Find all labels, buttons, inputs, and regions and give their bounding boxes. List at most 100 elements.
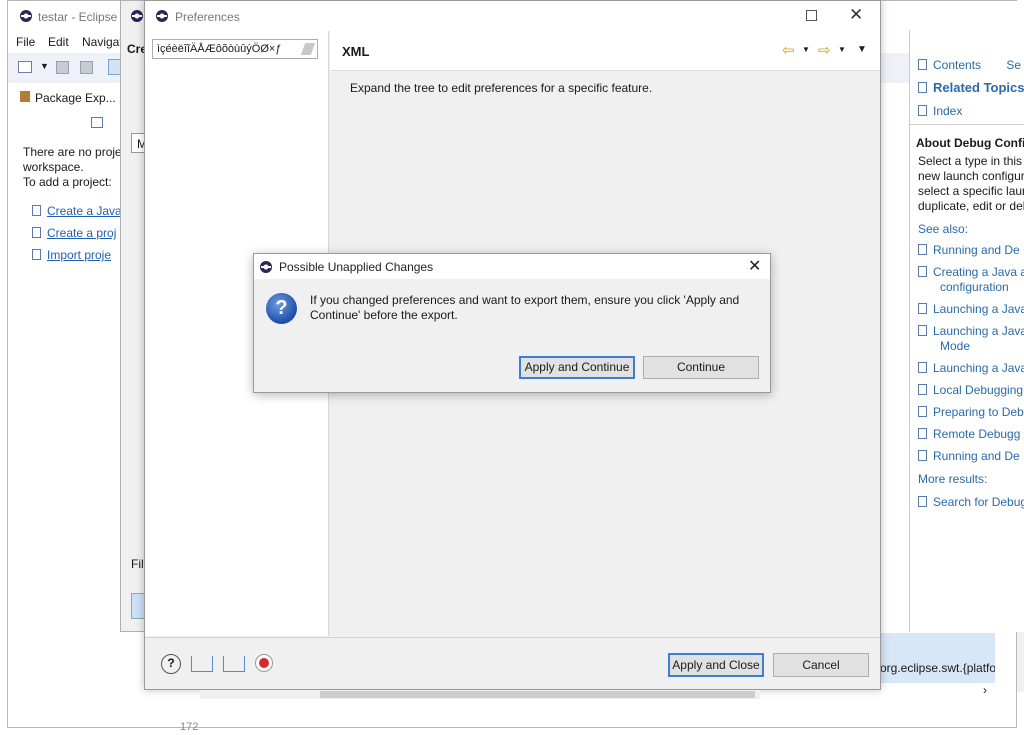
- help-link-row[interactable]: Local Debugging: [918, 383, 1024, 405]
- export-icon[interactable]: [223, 656, 245, 672]
- preferences-title: Preferences: [175, 10, 240, 24]
- topic-icon: [918, 266, 927, 277]
- help-icon[interactable]: ?: [161, 654, 181, 674]
- modal-titlebar: Possible Unapplied Changes ✕: [254, 254, 770, 279]
- import-icon[interactable]: [191, 656, 213, 672]
- search-fragment[interactable]: Se: [1006, 58, 1021, 72]
- help-divider: [910, 124, 1024, 125]
- topic-icon: [918, 384, 927, 395]
- search-help-icon: [918, 496, 927, 507]
- topic-icon: [918, 244, 927, 255]
- scroll-right-arrow-icon[interactable]: ›: [983, 683, 987, 697]
- import-project-link[interactable]: Import proje: [47, 248, 111, 262]
- about-line: new launch configur: [918, 169, 1024, 183]
- create-project-row[interactable]: Create a proj: [32, 222, 122, 244]
- continue-button[interactable]: Continue: [643, 356, 759, 379]
- help-link-row[interactable]: Launching a Java: [918, 361, 1024, 383]
- search-for-row[interactable]: Search for Debug: [918, 495, 1024, 509]
- chevron-down-icon[interactable]: ▼: [40, 61, 49, 71]
- empty-message-line: There are no projec: [23, 145, 128, 159]
- package-explorer-icon: [20, 91, 30, 102]
- question-icon: ?: [266, 293, 297, 324]
- page-title: XML: [342, 44, 370, 59]
- java-project-icon: [32, 205, 41, 216]
- save-icon[interactable]: [56, 61, 69, 74]
- modal-title: Possible Unapplied Changes: [279, 260, 434, 274]
- package-explorer-tab[interactable]: Package Exp...: [18, 87, 128, 109]
- empty-message-line: To add a project:: [23, 175, 112, 189]
- unapplied-changes-dialog: Possible Unapplied Changes ✕ ? If you ch…: [253, 253, 771, 393]
- scroll-thumb[interactable]: [320, 691, 755, 698]
- create-project-link[interactable]: Create a proj: [47, 226, 116, 240]
- maximize-icon[interactable]: [806, 10, 817, 21]
- save-all-icon[interactable]: [80, 61, 93, 74]
- modal-close-icon[interactable]: ✕: [748, 256, 761, 276]
- side-scrollbar[interactable]: [1017, 632, 1024, 692]
- about-line: Select a type in this t: [918, 154, 1024, 168]
- page-description: Expand the tree to edit preferences for …: [350, 81, 653, 95]
- eclipse-logo-icon: [20, 10, 32, 22]
- menu-edit[interactable]: Edit: [48, 35, 69, 49]
- project-icon: [32, 227, 41, 238]
- contents-icon: [918, 59, 927, 70]
- record-icon[interactable]: [255, 654, 273, 672]
- help-link-row[interactable]: Remote Debugg: [918, 427, 1024, 449]
- help-link-row[interactable]: Creating a Java a configuration: [918, 265, 1024, 302]
- line-number: 172: [180, 721, 199, 733]
- related-topics-icon: [918, 82, 927, 93]
- new-icon[interactable]: [18, 61, 32, 73]
- contents-tab[interactable]: Contents Se: [918, 58, 1021, 72]
- create-java-project-link[interactable]: Create a Java: [47, 204, 122, 218]
- menu-navigate[interactable]: Navigat: [82, 35, 123, 49]
- topic-icon: [918, 362, 927, 373]
- package-explorer-message: There are no projec workspace. To add a …: [23, 145, 128, 190]
- filter-value: ìçéèëîĩÄÅÆôõòùûýÖØ×ƒ: [157, 43, 282, 55]
- apply-and-close-button[interactable]: Apply and Close: [668, 653, 764, 677]
- index-icon: [918, 105, 927, 116]
- eclipse-title: testar - Eclipse I: [38, 10, 125, 24]
- status-area: org.eclipse.swt.{platfor: [880, 633, 995, 683]
- forward-arrow-icon[interactable]: ⇨: [818, 41, 831, 59]
- project-links: Create a Java Create a proj Import proje: [32, 200, 122, 266]
- empty-message-line: workspace.: [23, 160, 84, 174]
- forward-menu-chevron-icon[interactable]: ▼: [838, 45, 846, 54]
- help-panel: Contents Se Related Topics Index About D…: [909, 30, 1024, 632]
- topic-icon: [918, 303, 927, 314]
- record-dot-icon: [259, 658, 269, 668]
- import-project-row[interactable]: Import proje: [32, 244, 122, 266]
- collapse-all-icon[interactable]: [91, 117, 103, 128]
- back-menu-chevron-icon[interactable]: ▼: [802, 45, 810, 54]
- import-icon: [32, 249, 41, 260]
- close-icon[interactable]: ✕: [849, 5, 863, 25]
- about-title: About Debug Config: [916, 136, 1024, 150]
- create-java-project-row[interactable]: Create a Java: [32, 200, 122, 222]
- modal-logo-icon: [260, 261, 272, 273]
- horizontal-scrollbar[interactable]: [200, 690, 760, 699]
- more-results-label: More results:: [918, 472, 988, 486]
- package-explorer-label: Package Exp...: [35, 91, 116, 105]
- help-link-row[interactable]: Running and De: [918, 449, 1024, 471]
- related-topics-tab[interactable]: Related Topics: [918, 80, 1024, 95]
- modal-message: If you changed preferences and want to e…: [310, 293, 740, 322]
- back-dialog-logo-icon: [131, 10, 143, 22]
- filter-input[interactable]: ìçéèëîĩÄÅÆôõòùûýÖØ×ƒ: [152, 39, 318, 59]
- index-tab[interactable]: Index: [918, 104, 962, 118]
- help-link-row[interactable]: Launching a Java Mode: [918, 324, 1024, 361]
- preferences-titlebar: Preferences ✕: [145, 1, 880, 31]
- cancel-button[interactable]: Cancel: [773, 653, 869, 677]
- back-arrow-icon[interactable]: ⇦: [782, 41, 795, 59]
- help-link-row[interactable]: Preparing to Deb: [918, 405, 1024, 427]
- topic-icon: [918, 325, 927, 336]
- about-line: duplicate, edit or del: [918, 199, 1024, 213]
- help-link-row[interactable]: Running and De: [918, 243, 1024, 265]
- topic-icon: [918, 428, 927, 439]
- see-also-label: See also:: [918, 222, 969, 236]
- page-header: XML ⇦ ▼ ⇨ ▼ ▼: [330, 31, 880, 71]
- topic-icon: [918, 450, 927, 461]
- apply-and-continue-button[interactable]: Apply and Continue: [519, 356, 635, 379]
- menu-file[interactable]: File: [16, 35, 35, 49]
- preferences-logo-icon: [156, 10, 168, 22]
- view-menu-icon[interactable]: ▼: [857, 44, 867, 55]
- help-link-row[interactable]: Launching a Java: [918, 302, 1024, 324]
- see-also-links: Running and De Creating a Java a configur…: [918, 243, 1024, 471]
